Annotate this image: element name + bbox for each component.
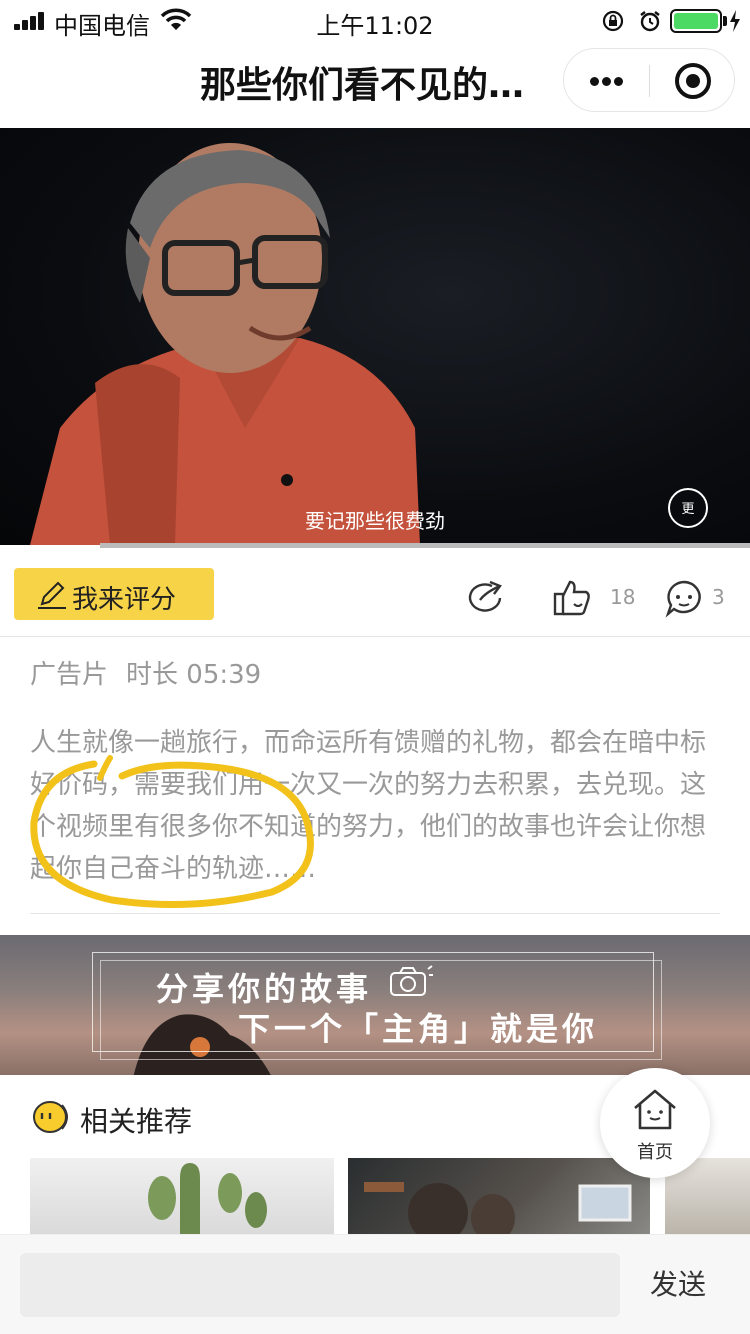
page-title: 那些你们看不见的… (200, 65, 525, 106)
home-button[interactable]: 首页 (600, 1068, 710, 1178)
video-frame (30, 143, 420, 545)
battery-tip (723, 16, 727, 26)
related-section-title: 相关推荐 (80, 1105, 193, 1138)
related-video-thumbnail[interactable] (30, 1158, 334, 1238)
close-button[interactable] (650, 49, 736, 113)
category-label: 广告片 (30, 660, 109, 690)
status-bar: 中国电信 上午11:02 (0, 0, 750, 40)
rate-button[interactable]: 我来评分 (14, 568, 214, 620)
camera-icon (390, 965, 433, 996)
comment-icon[interactable] (664, 578, 704, 618)
comment-count: 3 (712, 585, 725, 609)
battery-level (674, 13, 718, 29)
home-label: 首页 (637, 1142, 673, 1163)
divider (30, 913, 720, 914)
share-icon[interactable] (464, 578, 510, 616)
video-progress-bar[interactable] (100, 543, 750, 548)
video-description: 人生就像一趟旅行，而命运所有馈赠的礼物，都会在暗中标好价码，需要我们用一次又一次… (30, 728, 707, 884)
divider (0, 636, 750, 637)
related-video-thumbnail[interactable] (348, 1158, 650, 1238)
video-player[interactable]: 要记那些很费劲 更 (0, 128, 750, 545)
comment-input[interactable] (20, 1253, 620, 1317)
pencil-icon (38, 581, 66, 609)
video-subtitle: 要记那些很费劲 (305, 509, 445, 533)
emoji-face-icon (33, 1101, 68, 1133)
rotation-lock-icon (602, 10, 624, 32)
comment-bar: 发送 (0, 1234, 750, 1334)
send-button[interactable]: 发送 (650, 1263, 706, 1303)
charging-icon (730, 10, 740, 32)
duration-label: 时长 05:39 (126, 660, 262, 690)
banner-subheadline: 下一个「主角」就是你 (238, 1010, 599, 1048)
like-icon[interactable] (552, 578, 592, 618)
rate-button-label: 我来评分 (72, 585, 177, 615)
channel-watermark: 更 (668, 488, 708, 528)
video-meta: 广告片 时长 05:39 (30, 654, 261, 691)
like-count: 18 (610, 585, 636, 609)
svg-text:更: 更 (681, 502, 694, 517)
alarm-icon (640, 11, 660, 32)
share-story-banner[interactable]: 分享你的故事 下一个「主角」就是你 (0, 935, 750, 1075)
home-icon (634, 1089, 676, 1130)
mini-program-capsule (563, 48, 735, 112)
more-button[interactable] (564, 49, 649, 113)
battery-icon (670, 9, 722, 33)
